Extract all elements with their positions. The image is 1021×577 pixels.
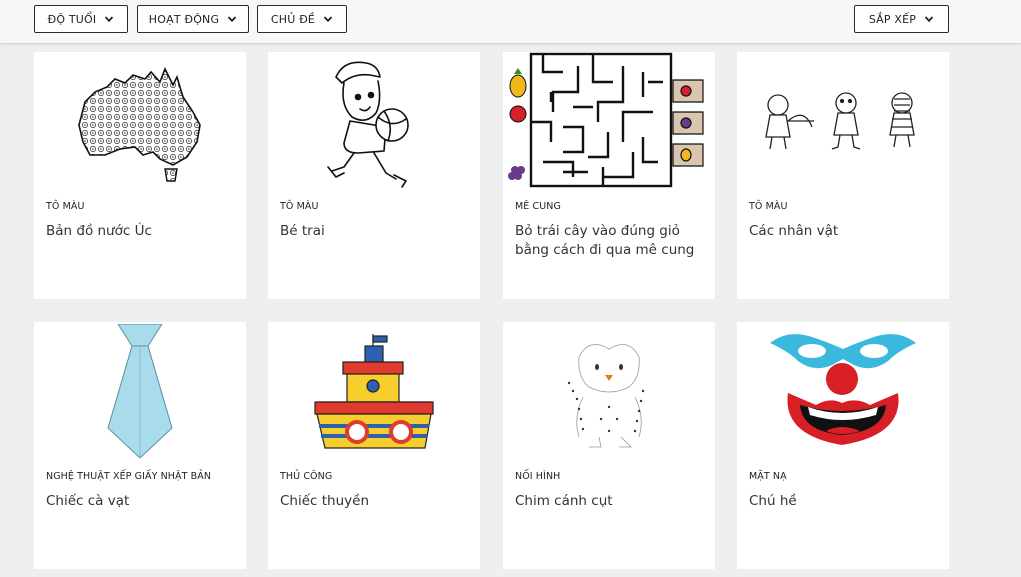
origami-tie-image — [34, 322, 246, 462]
card-title: Chú hề — [749, 493, 797, 509]
card-title: Chim cánh cụt — [515, 493, 613, 509]
card-title: Các nhân vật — [749, 223, 839, 239]
card-category: TÔ MÀU — [46, 201, 85, 212]
penguin-dots-image — [503, 322, 715, 462]
fruit-maze-image — [503, 52, 715, 192]
sort-button[interactable]: SẮP XẾP — [854, 5, 949, 33]
card-title: Chiếc thuyền — [280, 493, 370, 509]
activity-card[interactable]: MẶT NẠ Chú hề — [737, 322, 949, 569]
activity-card[interactable]: NỐI HÌNH Chim cánh cụt — [503, 322, 715, 569]
australia-map-image — [34, 52, 246, 192]
card-category: NỐI HÌNH — [515, 471, 561, 482]
age-filter-label: ĐỘ TUỔI — [47, 12, 97, 26]
card-category: TÔ MÀU — [280, 201, 319, 212]
chevron-down-icon — [228, 16, 237, 23]
filter-bar: ĐỘ TUỔI HOẠT ĐỘNG CHỦ ĐỀ SẮP XẾP — [0, 0, 1021, 44]
card-category: TÔ MÀU — [749, 201, 788, 212]
card-title: Bé trai — [280, 223, 325, 239]
activity-filter-label: HOẠT ĐỘNG — [148, 12, 220, 26]
age-filter-button[interactable]: ĐỘ TUỔI — [34, 5, 128, 33]
activity-card[interactable]: THỦ CÔNG Chiếc thuyền — [268, 322, 480, 569]
activity-card[interactable]: NGHỆ THUẬT XẾP GIẤY NHẬT BẢN Chiếc cà vạ… — [34, 322, 246, 569]
boy-coloring-image — [268, 52, 480, 192]
card-category: MẶT NẠ — [749, 471, 787, 482]
paper-boat-image — [268, 322, 480, 462]
characters-coloring-image — [737, 52, 949, 192]
chevron-down-icon — [323, 16, 333, 23]
card-category: MÊ CUNG — [515, 201, 561, 212]
clown-mask-image — [737, 322, 949, 462]
chevron-down-icon — [105, 16, 114, 23]
activity-card[interactable]: MÊ CUNG Bỏ trái cây vào đúng giỏ bằng cá… — [503, 52, 715, 299]
chevron-down-icon — [924, 16, 934, 23]
topic-filter-button[interactable]: CHỦ ĐỀ — [257, 5, 347, 33]
card-title: Bản đồ nước Úc — [46, 223, 152, 239]
activity-card[interactable]: TÔ MÀU Bản đồ nước Úc — [34, 52, 246, 299]
topic-filter-label: CHỦ ĐỀ — [270, 12, 316, 26]
activity-filter-button[interactable]: HOẠT ĐỘNG — [137, 5, 249, 33]
activity-card[interactable]: TÔ MÀU Các nhân vật — [737, 52, 949, 299]
card-category: NGHỆ THUẬT XẾP GIẤY NHẬT BẢN — [46, 471, 212, 482]
card-title: Bỏ trái cây vào đúng giỏ bằng cách đi qu… — [515, 223, 695, 258]
card-title: Chiếc cà vạt — [46, 493, 130, 509]
card-category: THỦ CÔNG — [280, 471, 333, 482]
sort-label: SẮP XẾP — [868, 12, 917, 26]
activity-card[interactable]: TÔ MÀU Bé trai — [268, 52, 480, 299]
